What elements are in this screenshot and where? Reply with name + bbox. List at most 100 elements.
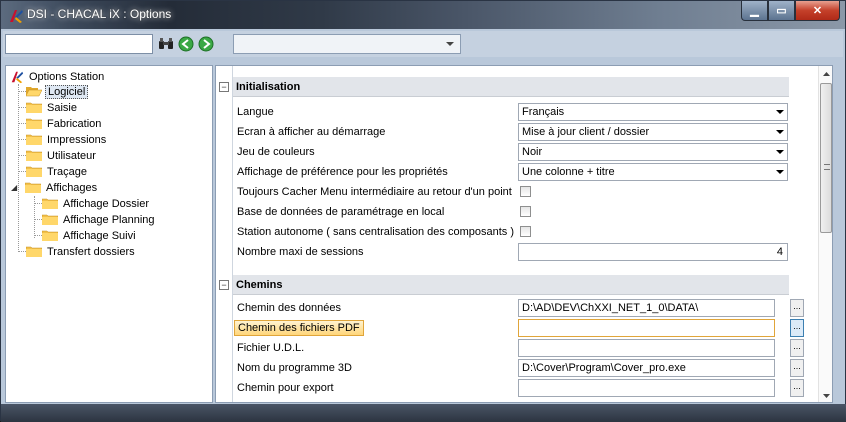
app-logo-icon: [10, 10, 23, 23]
chemin-pdf-field[interactable]: [518, 319, 775, 337]
property-name: Affichage de préférence pour les proprié…: [237, 166, 448, 178]
programme-3d-field[interactable]: D:\Cover\Program\Cover_pro.exe: [518, 359, 775, 377]
collapse-section-icon[interactable]: −: [219, 82, 229, 92]
collapse-triangle-icon[interactable]: ◢: [11, 183, 21, 192]
property-name: Base de données de paramétrage en local: [237, 206, 445, 218]
chevron-down-icon: [446, 42, 454, 46]
chevron-down-icon[interactable]: [773, 144, 787, 160]
property-name: Langue: [237, 106, 274, 118]
affichage-preference-dropdown[interactable]: Une colonne + titre: [518, 163, 788, 181]
section-chemins[interactable]: Chemins: [233, 275, 789, 295]
forward-arrow-icon[interactable]: [197, 35, 215, 53]
chemin-export-field[interactable]: [518, 379, 775, 397]
status-bar: [1, 404, 846, 422]
tree-item-transfert-dossiers[interactable]: Transfert dossiers: [25, 244, 137, 259]
chevron-down-icon[interactable]: [773, 104, 787, 120]
browse-button[interactable]: ...: [790, 299, 804, 317]
maximize-button[interactable]: ▭: [768, 1, 795, 21]
row-chemin-pdf: Chemin des fichiers PDF ...: [233, 318, 804, 338]
scroll-down-icon[interactable]: [819, 389, 832, 402]
binoculars-icon[interactable]: [157, 35, 175, 53]
station-autonome-checkbox[interactable]: [520, 226, 531, 237]
browse-button[interactable]: ...: [790, 319, 804, 337]
chemin-donnees-field[interactable]: D:\AD\DEV\ChXXI_NET_1_0\DATA\: [518, 299, 775, 317]
browse-button[interactable]: ...: [790, 339, 804, 357]
property-name: Station autonome ( sans centralisation d…: [237, 226, 514, 238]
property-name: Nom du programme 3D: [237, 362, 352, 374]
maximize-icon: ▭: [776, 5, 787, 17]
browse-button[interactable]: ...: [790, 379, 804, 397]
cacher-menu-checkbox[interactable]: [520, 186, 531, 197]
vertical-scrollbar[interactable]: [818, 66, 832, 402]
window-title: DSI - CHACAL iX : Options: [27, 7, 172, 21]
scrollbar-thumb[interactable]: [820, 83, 832, 233]
dropdown-value: Une colonne + titre: [522, 166, 615, 178]
tree-item-label: Logiciel: [45, 84, 89, 99]
folder-icon: [25, 150, 43, 162]
tree-item-affichage-planning[interactable]: Affichage Planning: [41, 212, 157, 227]
options-window: DSI - CHACAL iX : Options ▁ ▭ ✕ Options …: [0, 0, 846, 422]
row-jeu-couleurs: Jeu de couleurs Noir: [233, 142, 789, 162]
dropdown-value: Mise à jour client / dossier: [522, 126, 650, 138]
tree-item-affichage-suivi[interactable]: Affichage Suivi: [41, 228, 138, 243]
property-grid-gutter: [216, 66, 233, 402]
folder-icon: [24, 182, 42, 194]
row-langue: Langue Français: [233, 102, 789, 122]
tree-item-affichage-dossier[interactable]: Affichage Dossier: [41, 196, 151, 211]
property-name: Toujours Cacher Menu intermédiaire au re…: [237, 186, 512, 198]
toolbar-combo[interactable]: [233, 34, 461, 54]
dropdown-value: Noir: [522, 146, 543, 158]
back-arrow-icon[interactable]: [177, 35, 195, 53]
property-name: Fichier U.D.L.: [237, 342, 305, 354]
minimize-button[interactable]: ▁: [741, 1, 768, 21]
tree-item-logiciel[interactable]: Logiciel: [25, 84, 89, 99]
chevron-down-icon[interactable]: [773, 164, 787, 180]
property-name: Ecran à afficher au démarrage: [237, 126, 386, 138]
ecran-demarrage-dropdown[interactable]: Mise à jour client / dossier: [518, 123, 788, 141]
folder-icon: [25, 118, 43, 130]
open-folder-icon: [25, 86, 43, 97]
property-name: Nombre maxi de sessions: [237, 246, 364, 258]
row-fichier-udl: Fichier U.D.L. ...: [233, 338, 804, 358]
folder-icon: [25, 246, 43, 258]
tree-item-label: Fabrication: [47, 117, 102, 130]
scroll-up-icon[interactable]: [819, 67, 832, 81]
folder-icon: [25, 102, 43, 114]
folder-icon: [41, 230, 59, 242]
tree-item-label: Affichage Planning: [63, 213, 155, 226]
jeu-couleurs-dropdown[interactable]: Noir: [518, 143, 788, 161]
tree-root-label: Options Station: [29, 70, 105, 83]
base-locale-checkbox[interactable]: [520, 206, 531, 217]
collapse-section-icon[interactable]: −: [219, 280, 229, 290]
folder-icon: [41, 214, 59, 226]
tree-item-label: Transfert dossiers: [47, 245, 135, 258]
tree-item-utilisateur[interactable]: Utilisateur: [25, 148, 98, 163]
property-grid: − Initialisation Langue Français Ecran à…: [215, 65, 833, 403]
title-bar[interactable]: DSI - CHACAL iX : Options ▁ ▭ ✕: [1, 1, 845, 29]
langue-dropdown[interactable]: Français: [518, 103, 788, 121]
tree-item-impressions[interactable]: Impressions: [25, 132, 108, 147]
tree-item-affichages[interactable]: ◢ Affichages: [11, 180, 99, 195]
tree-item-fabrication[interactable]: Fabrication: [25, 116, 103, 131]
section-initialisation[interactable]: Initialisation: [233, 77, 789, 97]
fichier-udl-field[interactable]: [518, 339, 775, 357]
tree-item-label: Affichage Dossier: [63, 197, 150, 210]
row-nombre-sessions: Nombre maxi de sessions 4: [233, 242, 789, 262]
options-tree: Options Station Logiciel Saisie Fabricat…: [5, 65, 213, 403]
row-affichage-preference: Affichage de préférence pour les proprié…: [233, 162, 789, 182]
tree-item-label: Affichage Suivi: [63, 229, 136, 242]
browse-button[interactable]: ...: [790, 359, 804, 377]
tree-item-saisie[interactable]: Saisie: [25, 100, 79, 115]
row-ecran-demarrage: Ecran à afficher au démarrage Mise à jou…: [233, 122, 789, 142]
search-input[interactable]: [5, 34, 153, 54]
tree-root[interactable]: Options Station: [10, 69, 106, 84]
folder-icon: [41, 198, 59, 210]
close-button[interactable]: ✕: [795, 1, 840, 21]
chevron-down-icon[interactable]: [773, 124, 787, 140]
row-chemin-export: Chemin pour export ...: [233, 378, 804, 398]
toolbar: [3, 31, 843, 57]
tree-item-tracage[interactable]: Traçage: [25, 164, 89, 179]
property-name: Jeu de couleurs: [237, 146, 315, 158]
nombre-sessions-field[interactable]: 4: [518, 243, 788, 261]
close-icon: ✕: [812, 5, 823, 17]
